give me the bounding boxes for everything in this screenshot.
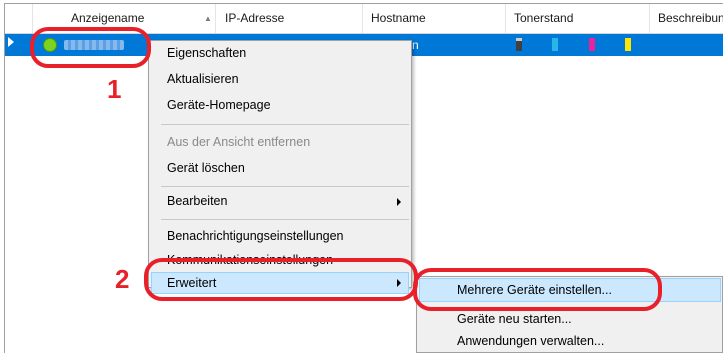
callout-highlight-device (30, 27, 151, 68)
toner-cyan-icon (552, 38, 558, 51)
submenu-arrow-icon (397, 198, 401, 206)
menu-separator (161, 186, 409, 187)
callout-highlight-erweitert (144, 258, 418, 301)
menu-item-bearbeiten[interactable]: Bearbeiten (167, 191, 227, 211)
column-header-toner-level[interactable]: Tonerstand (506, 4, 650, 33)
column-header-description[interactable]: Beschreibung (650, 4, 723, 33)
menu-item-benachrichtigungseinstellungen[interactable]: Benachrichtigungseinstellungen (167, 226, 344, 246)
toner-magenta-icon (589, 38, 595, 51)
column-header-ip-address[interactable]: IP-Adresse (216, 4, 363, 33)
menu-item-aktualisieren[interactable]: Aktualisieren (167, 69, 239, 89)
callout-highlight-mehrere-geraete (413, 268, 662, 311)
menu-separator (161, 124, 409, 125)
callout-step-2: 2 (115, 264, 130, 294)
menu-item-geraet-loeschen[interactable]: Gerät löschen (167, 158, 245, 178)
column-header-hostname[interactable]: Hostname (363, 4, 506, 33)
menu-separator (161, 219, 409, 220)
sort-ascending-icon: ▲ (204, 14, 212, 23)
callout-step-1: 1 (107, 74, 122, 104)
menu-item-eigenschaften[interactable]: Eigenschaften (167, 43, 246, 63)
toner-yellow-icon (625, 38, 631, 51)
menu-item-aus-ansicht-entfernen: Aus der Ansicht entfernen (167, 135, 311, 149)
context-menu: Eigenschaften Aktualisieren Geräte-Homep… (148, 40, 412, 294)
hostname-cell-text: n (412, 38, 419, 52)
row-expander-icon[interactable] (8, 37, 14, 47)
menu-item-geraete-homepage[interactable]: Geräte-Homepage (167, 95, 271, 115)
toner-black-icon (516, 38, 522, 51)
header-divider (30, 4, 33, 33)
submenu-item-anwendungen-verwalten[interactable]: Anwendungen verwalten... (457, 329, 604, 353)
